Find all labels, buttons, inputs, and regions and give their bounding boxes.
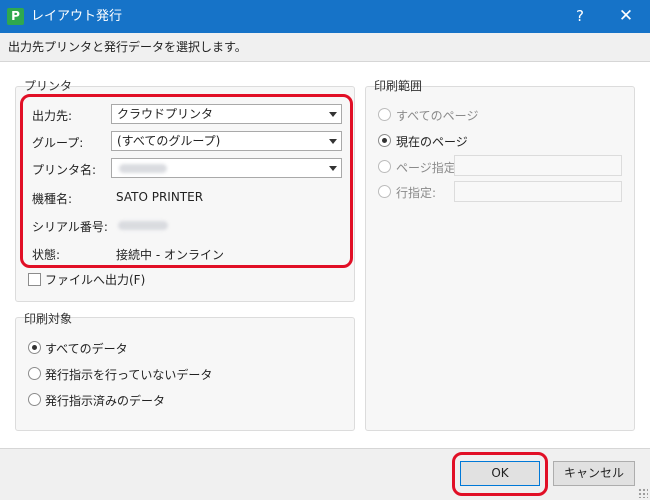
app-logo-icon: [7, 8, 24, 25]
line-spec-input[interactable]: [454, 181, 622, 202]
title-bar: レイアウト発行 ? ✕: [0, 0, 650, 33]
target-all-label[interactable]: すべてのデータ: [45, 340, 128, 357]
chevron-down-icon: [329, 166, 337, 171]
cancel-button[interactable]: キャンセル: [553, 461, 635, 486]
output-dropdown[interactable]: クラウドプリンタ: [111, 104, 342, 124]
range-line-spec-radio[interactable]: [378, 185, 391, 198]
ok-button[interactable]: OK: [460, 461, 540, 486]
range-current-radio[interactable]: [378, 134, 391, 147]
status-value: 接続中 - オンライン: [116, 248, 224, 262]
serial-label: シリアル番号:: [32, 220, 108, 234]
instruction-text: 出力先プリンタと発行データを選択します。: [0, 33, 650, 62]
target-unissued-label[interactable]: 発行指示を行っていないデータ: [45, 366, 212, 383]
range-all-radio[interactable]: [378, 108, 391, 121]
printer-name-redacted: [119, 164, 167, 173]
group-dropdown[interactable]: (すべてのグループ): [111, 131, 342, 151]
group-value: (すべてのグループ): [117, 134, 221, 148]
help-button[interactable]: ?: [558, 0, 602, 33]
page-spec-input[interactable]: [454, 155, 622, 176]
file-output-checkbox[interactable]: [28, 273, 41, 286]
file-output-label[interactable]: ファイルへ出力(F): [45, 271, 145, 288]
target-group-label: 印刷対象: [24, 312, 73, 326]
target-all-radio[interactable]: [28, 341, 41, 354]
chevron-down-icon: [329, 112, 337, 117]
range-group-label: 印刷範囲: [374, 79, 423, 93]
window-title: レイアウト発行: [31, 9, 123, 24]
target-unissued-radio[interactable]: [28, 367, 41, 380]
range-page-spec-label[interactable]: ページ指定:: [396, 159, 460, 176]
output-value: クラウドプリンタ: [117, 107, 214, 121]
printer-name-dropdown[interactable]: [111, 158, 342, 178]
model-label: 機種名:: [32, 192, 73, 206]
range-page-spec-radio[interactable]: [378, 160, 391, 173]
model-value: SATO PRINTER: [116, 190, 204, 204]
group-label: グループ:: [32, 136, 84, 150]
range-line-spec-label[interactable]: 行指定:: [396, 184, 436, 201]
output-label: 出力先:: [32, 109, 73, 123]
printer-group-label: プリンタ: [24, 79, 73, 93]
resize-grip[interactable]: [638, 488, 648, 498]
close-button[interactable]: ✕: [604, 0, 648, 33]
target-issued-radio[interactable]: [28, 393, 41, 406]
range-current-label[interactable]: 現在のページ: [396, 133, 468, 150]
target-issued-label[interactable]: 発行指示済みのデータ: [45, 392, 165, 409]
chevron-down-icon: [329, 139, 337, 144]
range-all-label[interactable]: すべてのページ: [396, 107, 478, 124]
serial-redacted: [118, 221, 168, 230]
printer-name-label: プリンタ名:: [32, 163, 97, 177]
status-label: 状態:: [32, 248, 61, 262]
